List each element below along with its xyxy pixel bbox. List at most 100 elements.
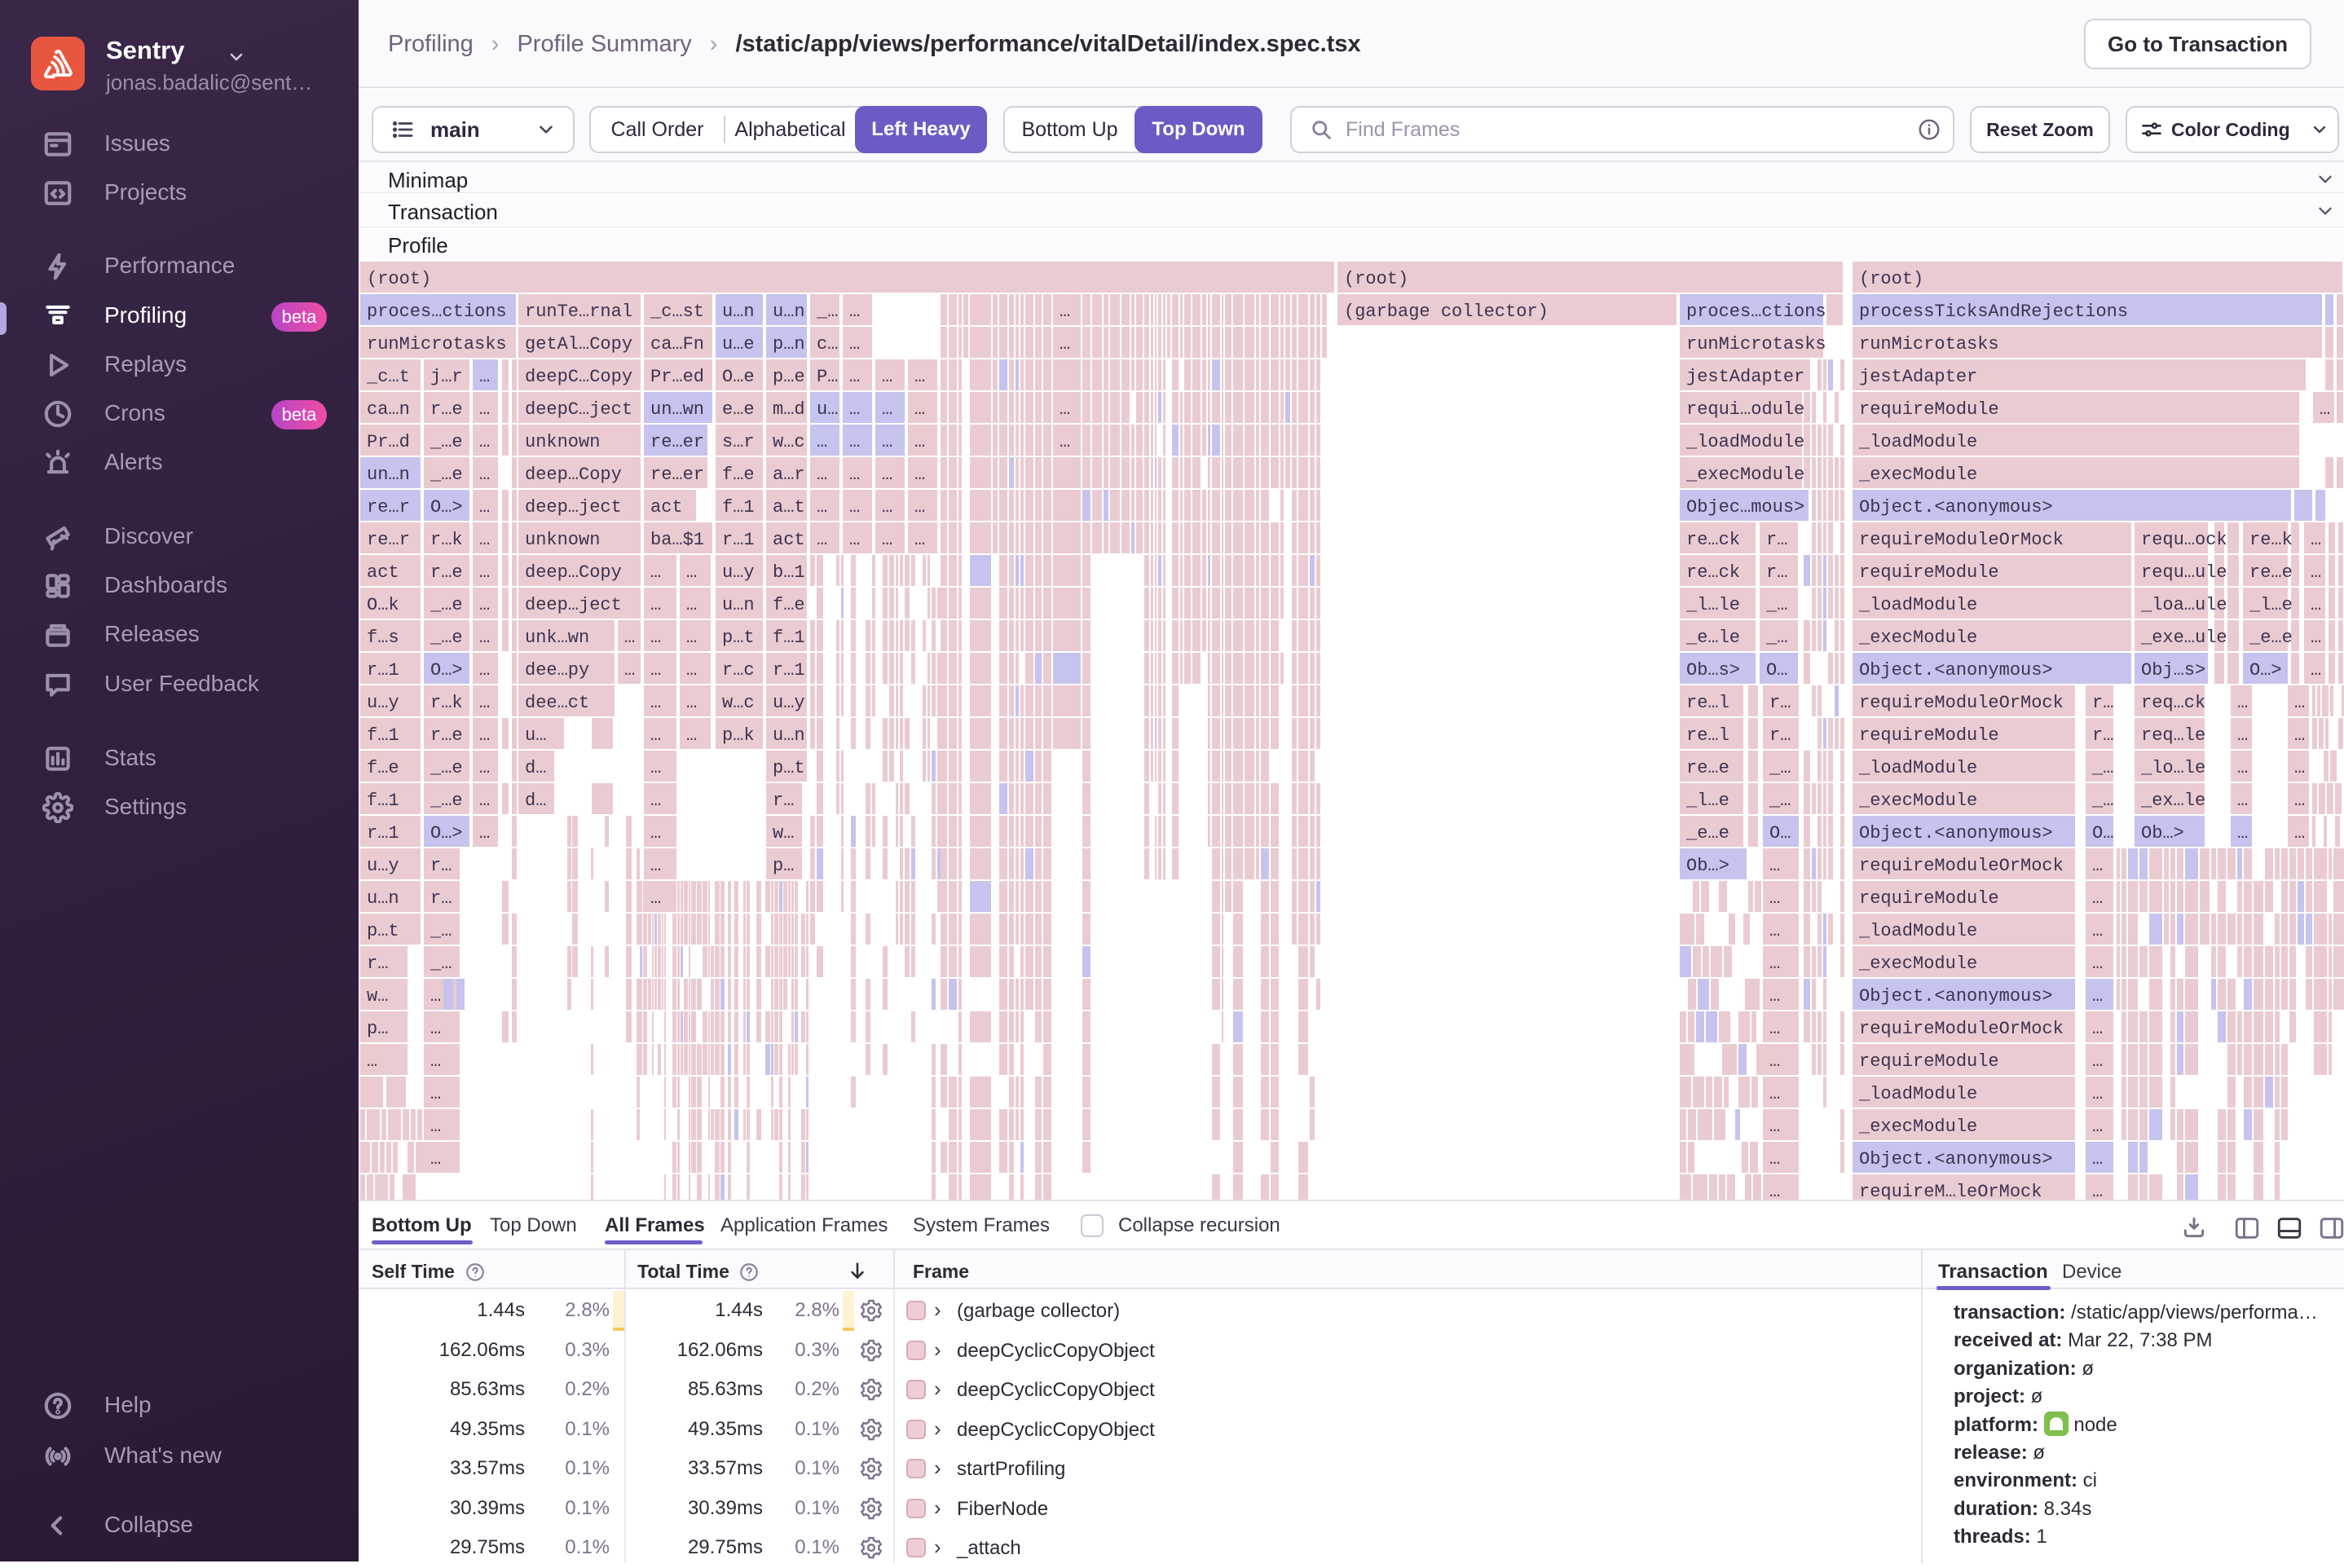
svg-text:…: … xyxy=(686,660,697,680)
svg-text:…: … xyxy=(479,595,490,615)
svg-text:re…l: re…l xyxy=(1686,693,1729,713)
svg-text:_execModule: _execModule xyxy=(1858,628,1977,648)
svg-text:requireModuleOrMock: requireModuleOrMock xyxy=(1859,693,2064,713)
svg-text:…: … xyxy=(479,758,490,778)
svg-text:…: … xyxy=(430,1019,441,1039)
svg-text:deep…Copy: deep…Copy xyxy=(525,465,622,485)
svg-text:_execModule: _execModule xyxy=(1858,954,1977,974)
svg-text:u…: u… xyxy=(817,399,838,420)
svg-text:_loadModule: _loadModule xyxy=(1858,1084,1977,1104)
svg-text:w…: w… xyxy=(773,823,794,843)
svg-text:w…: w… xyxy=(367,986,388,1006)
svg-text:u…n: u…n xyxy=(367,888,399,909)
svg-text:_l…e: _l…e xyxy=(1685,791,1729,811)
svg-text:…: … xyxy=(430,1117,441,1137)
svg-text:…: … xyxy=(2311,595,2321,615)
svg-text:p…: p… xyxy=(773,856,794,876)
svg-text:d…: d… xyxy=(525,791,546,811)
svg-text:ca…n: ca…n xyxy=(367,399,410,420)
svg-text:…: … xyxy=(849,302,860,322)
svg-text:…: … xyxy=(624,628,635,648)
svg-text:requireM…leOrMock: requireM…leOrMock xyxy=(1859,1182,2042,1200)
svg-text:…: … xyxy=(882,432,892,452)
svg-text:…: … xyxy=(479,823,490,843)
svg-text:…: … xyxy=(914,465,925,485)
svg-text:ca…Fn: ca…Fn xyxy=(650,334,704,355)
svg-text:_l…le: _l…le xyxy=(1685,595,1740,615)
svg-text:re…k: re…k xyxy=(2249,530,2293,550)
svg-text:…: … xyxy=(882,497,892,518)
svg-text:requireModule: requireModule xyxy=(1859,562,1999,583)
svg-text:f…1: f…1 xyxy=(722,497,755,518)
svg-text:re…er: re…er xyxy=(650,432,704,452)
svg-text:Object.<anonymous>: Object.<anonymous> xyxy=(1859,823,2053,843)
svg-text:requireModule: requireModule xyxy=(1859,725,1999,746)
svg-text:…: … xyxy=(849,465,860,485)
svg-text:u…n: u…n xyxy=(773,302,805,322)
svg-text:…: … xyxy=(2092,954,2103,974)
svg-text:_…e: _…e xyxy=(430,791,463,811)
svg-text:_e…e: _e…e xyxy=(2249,628,2293,648)
svg-text:r…1: r…1 xyxy=(367,660,399,680)
svg-text:w…c: w…c xyxy=(773,432,805,452)
svg-text:…: … xyxy=(479,660,490,680)
svg-text:r…e: r…e xyxy=(430,725,463,746)
svg-text:…: … xyxy=(914,367,925,387)
svg-text:deepC…Copy: deepC…Copy xyxy=(525,367,632,387)
svg-text:_…: _… xyxy=(1769,758,1791,778)
svg-text:r…: r… xyxy=(430,888,452,909)
svg-text:…: … xyxy=(2092,888,2103,909)
svg-text:(root): (root) xyxy=(1859,269,1923,289)
svg-text:…: … xyxy=(650,823,661,843)
svg-text:Pr…ed: Pr…ed xyxy=(650,367,704,387)
svg-text:re…r: re…r xyxy=(367,530,410,550)
svg-text:act: act xyxy=(773,530,805,550)
svg-text:O…k: O…k xyxy=(367,595,399,615)
svg-text:…: … xyxy=(2092,856,2103,876)
svg-text:…: … xyxy=(1769,1019,1780,1039)
svg-text:_…e: _…e xyxy=(430,432,463,452)
svg-text:Ob…s>: Ob…s> xyxy=(1686,660,1740,680)
svg-text:…: … xyxy=(1769,986,1780,1006)
svg-text:…: … xyxy=(2092,1117,2103,1137)
svg-text:r…: r… xyxy=(367,954,388,974)
svg-text:_e…e: _e…e xyxy=(1685,823,1729,843)
svg-text:…: … xyxy=(882,367,892,387)
svg-text:r…: r… xyxy=(1769,725,1791,746)
svg-text:…: … xyxy=(686,725,697,746)
svg-text:…: … xyxy=(2092,1051,2103,1072)
svg-text:…: … xyxy=(650,660,661,680)
svg-text:deep…Copy: deep…Copy xyxy=(525,562,622,583)
svg-text:…: … xyxy=(479,562,490,583)
svg-text:act: act xyxy=(650,497,683,518)
svg-text:u…y: u…y xyxy=(722,562,755,583)
svg-text:act: act xyxy=(367,562,399,583)
svg-text:…: … xyxy=(650,595,661,615)
svg-text:Object.<anonymous>: Object.<anonymous> xyxy=(1859,986,2053,1006)
svg-text:b…1: b…1 xyxy=(773,562,805,583)
svg-text:…: … xyxy=(1769,1084,1780,1104)
svg-text:_…: _… xyxy=(430,921,452,941)
svg-text:re…e: re…e xyxy=(2249,562,2293,583)
svg-text:requireModuleOrMock: requireModuleOrMock xyxy=(1859,530,2064,550)
svg-text:…: … xyxy=(430,1051,441,1072)
svg-text:…: … xyxy=(1769,921,1780,941)
svg-text:r…: r… xyxy=(430,856,452,876)
svg-text:…: … xyxy=(2092,1149,2103,1169)
svg-text:p…k: p…k xyxy=(722,725,755,746)
svg-text:(garbage collector): (garbage collector) xyxy=(1344,302,1549,322)
svg-text:requ…ock: requ…ock xyxy=(2141,530,2227,550)
svg-text:…: … xyxy=(650,725,661,746)
svg-text:requ…ule: requ…ule xyxy=(2141,562,2227,583)
svg-text:ba…$1: ba…$1 xyxy=(650,530,704,550)
svg-text:…: … xyxy=(1060,399,1070,420)
svg-text:O…e: O…e xyxy=(722,367,755,387)
svg-text:…: … xyxy=(479,497,490,518)
svg-text:runMicrotasks: runMicrotasks xyxy=(1686,334,1826,355)
svg-text:w…c: w…c xyxy=(722,693,755,713)
svg-text:…: … xyxy=(1769,1117,1780,1137)
svg-text:(root): (root) xyxy=(367,269,431,289)
svg-text:…: … xyxy=(2237,725,2248,746)
svg-text:d…: d… xyxy=(525,758,546,778)
svg-text:j…r: j…r xyxy=(430,367,463,387)
